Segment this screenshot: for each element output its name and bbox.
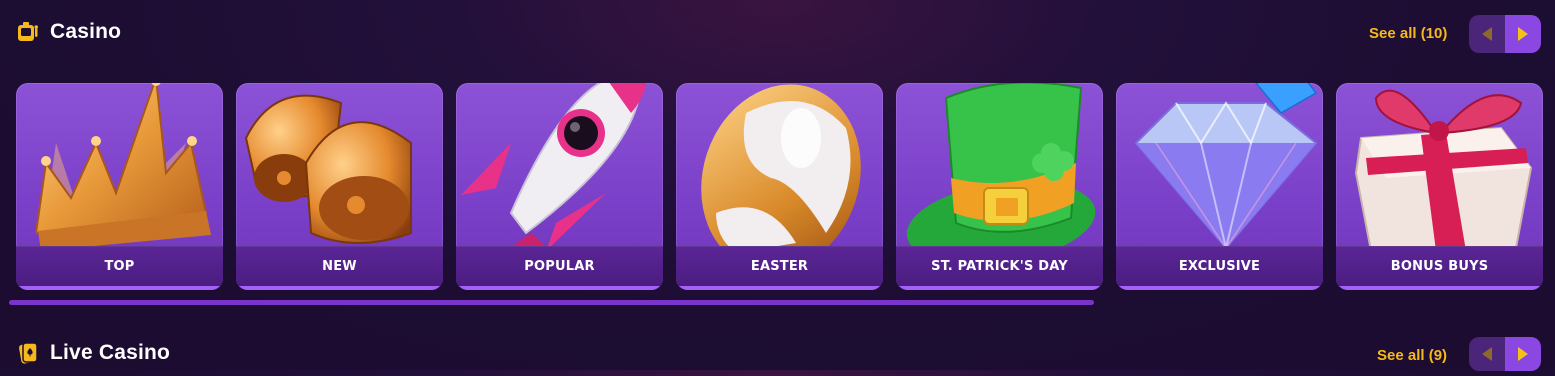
arrow-left-icon (1482, 347, 1492, 361)
category-label: BONUS BUYS (1390, 259, 1489, 274)
casino-carousel-nav (1469, 15, 1541, 53)
rocket-icon (456, 83, 663, 251)
see-all-casino-link[interactable]: See all (10) (1369, 25, 1447, 42)
category-card-top[interactable]: TOP (16, 83, 223, 290)
category-card-exclusive[interactable]: EXCLUSIVE (1116, 83, 1323, 290)
arrow-left-icon (1482, 27, 1492, 41)
category-label-bar: POPULAR (456, 246, 663, 290)
playing-card-icon (16, 341, 40, 365)
carousel-scrollbar[interactable] (9, 300, 1094, 305)
live-casino-carousel-nav (1469, 337, 1541, 371)
category-card-st-patricks-day[interactable]: ST. PATRICK'S DAY (896, 83, 1103, 290)
category-card-easter[interactable]: EASTER (676, 83, 883, 290)
category-label-bar: NEW (236, 246, 443, 290)
leprechaun-hat-icon (896, 83, 1103, 265)
category-label: POPULAR (524, 259, 595, 274)
category-label: NEW (322, 259, 357, 274)
see-all-live-casino-link[interactable]: See all (9) (1377, 347, 1447, 364)
category-card-bonus-buys[interactable]: BONUS BUYS (1336, 83, 1543, 290)
category-label-bar: BONUS BUYS (1336, 246, 1543, 290)
section-title-casino: Casino (50, 20, 122, 43)
category-card-popular[interactable]: POPULAR (456, 83, 663, 290)
arrow-right-icon (1518, 347, 1528, 361)
carousel-prev-button[interactable] (1469, 15, 1505, 53)
carousel-prev-button[interactable] (1469, 337, 1505, 371)
casino-section-header: Casino See all (10) (0, 14, 1555, 54)
category-label: ST. PATRICK'S DAY (931, 259, 1068, 274)
category-card-new[interactable]: NEW (236, 83, 443, 290)
category-label: TOP (104, 259, 135, 274)
gift-box-icon (1336, 83, 1543, 253)
diamond-icon (1116, 83, 1323, 251)
section-title-live-casino: Live Casino (50, 341, 171, 364)
category-label-bar: ST. PATRICK'S DAY (896, 246, 1103, 290)
category-label: EASTER (750, 259, 809, 274)
carousel-next-button[interactable] (1505, 15, 1541, 53)
live-casino-section-header: Live Casino See all (9) (0, 336, 1555, 376)
category-label-bar: EASTER (676, 246, 883, 290)
easter-egg-icon (676, 83, 883, 272)
slot-machine-icon (16, 20, 40, 44)
casino-category-list: TOP NEW POPULAR EASTER ST. PATRICK'S DAY… (16, 83, 1543, 290)
crown-icon (16, 83, 223, 251)
category-label-bar: TOP (16, 246, 223, 290)
bells-icon (236, 83, 443, 251)
carousel-next-button[interactable] (1505, 337, 1541, 371)
category-label-bar: EXCLUSIVE (1116, 246, 1323, 290)
arrow-right-icon (1518, 27, 1528, 41)
category-label: EXCLUSIVE (1178, 259, 1261, 274)
